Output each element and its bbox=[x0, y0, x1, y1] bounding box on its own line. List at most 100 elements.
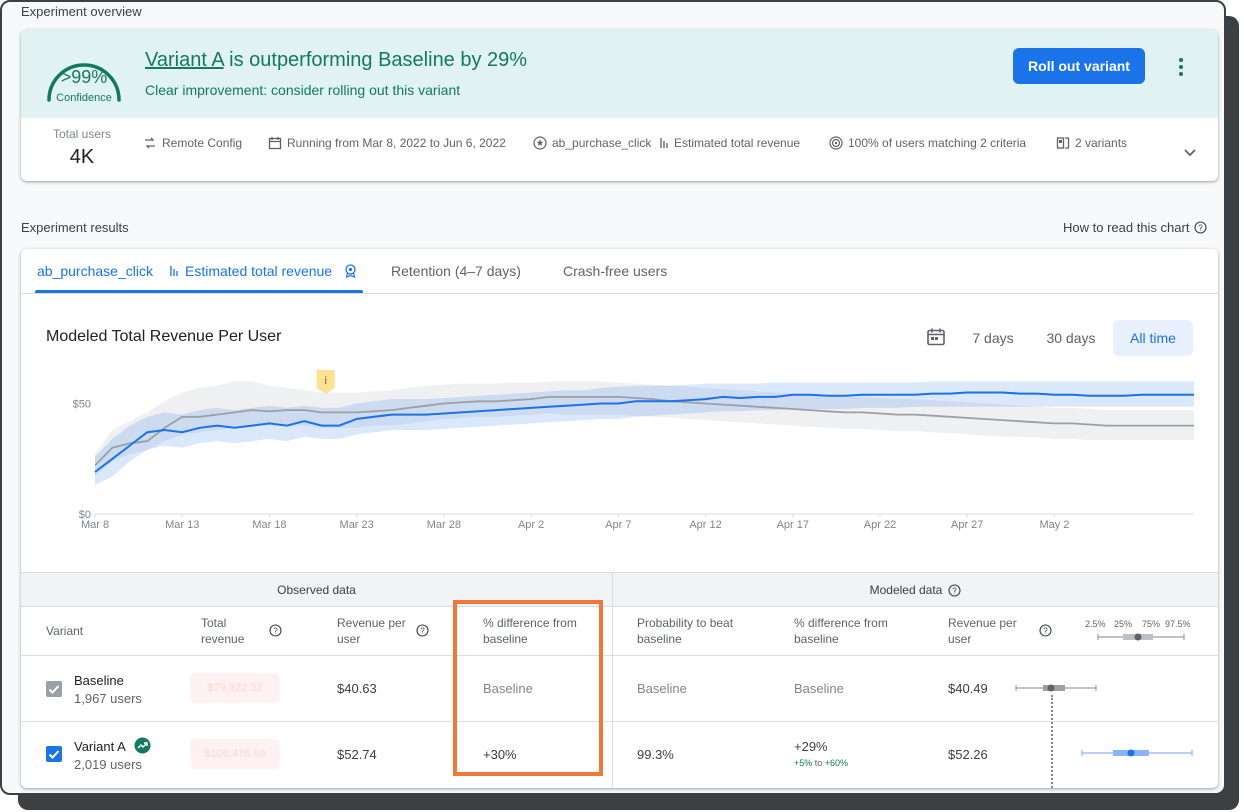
confidence-value: >99% bbox=[60, 67, 108, 87]
variant-a-link[interactable]: Variant A bbox=[145, 49, 224, 71]
variant-a-prob-beat: 99.3% bbox=[637, 747, 674, 762]
group-header-divider bbox=[21, 606, 1218, 607]
x-tick-label: Mar 23 bbox=[340, 519, 374, 531]
checkmark-icon bbox=[48, 685, 60, 694]
svg-text:?: ? bbox=[1043, 627, 1048, 636]
tab-estimated-total-revenue[interactable]: Estimated total revenue bbox=[185, 263, 332, 279]
modeled-rpu-help-icon[interactable]: ? bbox=[1039, 624, 1052, 637]
revenue-line-chart: $0$50Mar 8 Mar 13 Mar 18 Mar 23 Mar 28 Apr 2A… bbox=[73, 370, 1194, 531]
baseline-interval-glyph bbox=[1015, 684, 1097, 692]
variant-a-checkbox[interactable] bbox=[46, 746, 62, 762]
col-variant: Variant bbox=[46, 624, 84, 638]
col-probability-to-beat: Probability to beat baseline bbox=[637, 616, 734, 646]
tabs-divider bbox=[21, 293, 1218, 294]
y-tick-label: $50 bbox=[73, 399, 91, 411]
baseline-modeled-rpu: $40.49 bbox=[948, 681, 988, 696]
baseline-reference-line bbox=[1051, 695, 1053, 788]
meta-metric-text: Estimated total revenue bbox=[674, 136, 801, 150]
x-tick-label: May 2 bbox=[1039, 519, 1069, 531]
header-row-divider bbox=[21, 655, 1218, 656]
results-card: ab_purchase_click Estimated total revenu… bbox=[21, 249, 1218, 788]
variant-a-revenue-per-user: $52.74 bbox=[337, 747, 377, 762]
svg-text:?: ? bbox=[273, 627, 278, 636]
star-circle-icon bbox=[533, 136, 547, 150]
tab-crash-free-users[interactable]: Crash-free users bbox=[563, 263, 667, 279]
tab-retention[interactable]: Retention (4–7 days) bbox=[391, 263, 521, 279]
how-to-read-link[interactable]: How to read this chart ? bbox=[1063, 220, 1208, 235]
baseline-name: Baseline bbox=[74, 673, 124, 688]
variant-a-name: Variant A bbox=[74, 739, 126, 754]
confidence-label: Confidence bbox=[56, 92, 112, 104]
how-to-read-text: How to read this chart bbox=[1063, 220, 1190, 235]
range-30-days[interactable]: 30 days bbox=[1038, 320, 1104, 356]
variant-a-pct-diff-modeled: +29% bbox=[794, 739, 828, 754]
variant-a-users: 2,019 users bbox=[74, 757, 142, 772]
x-tick-label: Apr 22 bbox=[864, 519, 896, 531]
col-modeled-revenue-per-user: Revenue per user bbox=[948, 616, 1017, 646]
x-tick-label: Apr 27 bbox=[951, 519, 983, 531]
experiment-window: Experiment overview >99% Confidence Vari… bbox=[0, 0, 1226, 795]
remote-config-icon bbox=[145, 137, 155, 149]
date-picker-icon[interactable] bbox=[926, 327, 946, 347]
meta-date-range: Running from Mar 8, 2022 to Jun 6, 2022 bbox=[268, 136, 506, 150]
pct-25-label: 25% bbox=[1114, 619, 1133, 629]
award-icon bbox=[345, 264, 356, 278]
expand-chevron-icon[interactable] bbox=[1182, 144, 1198, 160]
overview-section-title: Experiment overview bbox=[21, 4, 142, 19]
target-icon bbox=[829, 136, 843, 150]
meta-remote-config: Remote Config bbox=[143, 136, 242, 150]
annotation-marker-label: i bbox=[324, 375, 326, 387]
svg-text:?: ? bbox=[1199, 224, 1204, 233]
metric-icon bbox=[660, 138, 668, 148]
row-divider bbox=[21, 721, 1218, 722]
variant-a-pct-range: +5% to +60% bbox=[794, 758, 848, 768]
modeled-help-icon[interactable]: ? bbox=[948, 583, 961, 597]
baseline-total-revenue: $79,922.32 bbox=[190, 673, 280, 703]
chart-title: Modeled Total Revenue Per User bbox=[46, 328, 282, 345]
pct-range-low: +5% bbox=[794, 758, 813, 768]
x-tick-label: Mar 13 bbox=[165, 519, 199, 531]
help-icon: ? bbox=[1194, 221, 1208, 234]
highlight-box bbox=[453, 600, 603, 776]
variant-a-total-revenue: $106,476.59 bbox=[190, 739, 280, 769]
range-7-days[interactable]: 7 days bbox=[963, 320, 1023, 356]
percentile-legend-glyph bbox=[1097, 633, 1185, 641]
meta-metric: Estimated total revenue bbox=[659, 136, 800, 150]
x-tick-label: Mar 18 bbox=[252, 519, 286, 531]
col-total-revenue: Total revenue bbox=[201, 616, 245, 646]
variant-a-modeled-rpu: $52.26 bbox=[948, 747, 988, 762]
modeled-data-label: Modeled data bbox=[869, 583, 943, 597]
overview-card: >99% Confidence Variant A is outperformi… bbox=[21, 30, 1218, 181]
total-users-label: Total users bbox=[52, 127, 112, 141]
variant-a-interval-glyph bbox=[1081, 749, 1193, 757]
range-all-time[interactable]: All time bbox=[1113, 320, 1193, 356]
pct-2-5-label: 2.5% bbox=[1085, 619, 1106, 629]
revenue-per-user-help-icon[interactable]: ? bbox=[416, 624, 429, 637]
experiment-headline: Variant A is outperforming Baseline by 2… bbox=[145, 49, 527, 72]
tab-ab-purchase-click[interactable]: ab_purchase_click bbox=[37, 263, 153, 279]
trending-up-icon bbox=[134, 737, 151, 754]
svg-text:?: ? bbox=[953, 586, 958, 595]
headline-text: is outperforming Baseline by 29% bbox=[223, 49, 528, 71]
modeled-data-header: Modeled data ? bbox=[613, 582, 1218, 598]
more-options-icon[interactable] bbox=[1171, 55, 1191, 79]
meta-targeting-text: 100% of users matching 2 criteria bbox=[848, 136, 1027, 150]
observed-data-header: Observed data bbox=[277, 583, 356, 597]
baseline-checkbox[interactable] bbox=[46, 681, 62, 697]
x-tick-label: Mar 28 bbox=[427, 519, 461, 531]
checkmark-icon bbox=[48, 750, 60, 759]
pct-range-to: to bbox=[812, 758, 825, 768]
pct-75-label: 75% bbox=[1142, 619, 1161, 629]
baseline-revenue-per-user: $40.63 bbox=[337, 681, 377, 696]
total-revenue-help-icon[interactable]: ? bbox=[269, 624, 282, 637]
meta-variants: 2 variants bbox=[1056, 136, 1127, 150]
roll-out-variant-button[interactable]: Roll out variant bbox=[1013, 48, 1145, 84]
col-revenue-per-user: Revenue per user bbox=[337, 616, 406, 646]
meta-goal-event: ab_purchase_click bbox=[533, 136, 651, 150]
meta-goal-event-text: ab_purchase_click bbox=[552, 136, 652, 150]
x-tick-label: Apr 12 bbox=[689, 519, 721, 531]
meta-date-range-text: Running from Mar 8, 2022 to Jun 6, 2022 bbox=[287, 136, 506, 150]
tab-metric-icon bbox=[170, 266, 178, 276]
variants-icon bbox=[1056, 137, 1070, 149]
x-tick-label: Apr 2 bbox=[518, 519, 544, 531]
